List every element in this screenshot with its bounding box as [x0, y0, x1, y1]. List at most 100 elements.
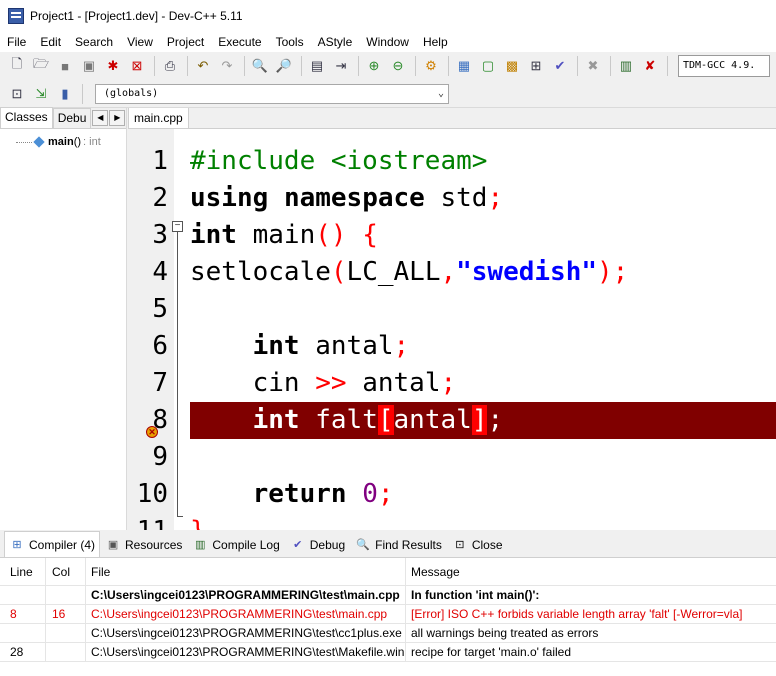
- tab-compile-log[interactable]: ▥ Compile Log: [187, 533, 284, 557]
- cell-col: [46, 643, 86, 661]
- chevron-down-icon: ⌄: [437, 87, 444, 99]
- cell-file: C:\Users\ingcei0123\PROGRAMMERING\test\m…: [86, 605, 406, 623]
- tab-find-results[interactable]: 🔍 Find Results: [350, 533, 447, 557]
- scope-select-value: (globals): [104, 87, 159, 99]
- tab-main-cpp[interactable]: main.cpp: [128, 108, 189, 128]
- toolbar-separator: [154, 56, 155, 76]
- toolbar-separator: [667, 56, 668, 76]
- goto-line-icon[interactable]: ⇥: [330, 55, 352, 77]
- code-area[interactable]: #include <iostream> using namespace std;…: [190, 129, 776, 530]
- tab-label: Compiler (4): [29, 537, 96, 552]
- toolbar-separator: [415, 56, 416, 76]
- tab-close[interactable]: ⊡ Close: [447, 533, 508, 557]
- insert-icon[interactable]: ⊡: [6, 83, 28, 105]
- bracket-match: ]: [471, 405, 488, 435]
- tab-resources[interactable]: ▣ Resources: [100, 533, 187, 557]
- cell-line: [0, 586, 46, 604]
- column-header-line[interactable]: Line: [0, 558, 46, 585]
- remove-from-project-icon[interactable]: ⊖: [387, 55, 409, 77]
- cell-message: [Error] ISO C++ forbids variable length …: [411, 607, 743, 621]
- symbol: >>: [315, 368, 347, 398]
- line-number: 4: [152, 257, 168, 287]
- tab-compiler[interactable]: ⊞ Compiler (4): [4, 531, 101, 557]
- check-icon: ✔: [293, 539, 303, 551]
- close-icon: ⊡: [455, 539, 465, 551]
- menu-tools[interactable]: Tools: [269, 32, 311, 52]
- cell-file: C:\Users\ingcei0123\PROGRAMMERING\test\m…: [86, 586, 406, 604]
- column-header-file[interactable]: File: [86, 558, 406, 585]
- tab-scroll-left-icon[interactable]: ◀: [92, 110, 109, 126]
- tab-scroll-right-icon[interactable]: ▶: [109, 110, 126, 126]
- replace-icon[interactable]: 🔎: [273, 55, 295, 77]
- column-header-message[interactable]: Message: [406, 558, 776, 585]
- identifier: antal: [393, 405, 472, 435]
- close-file-icon[interactable]: ✱: [102, 55, 124, 77]
- scope-select[interactable]: (globals) ⌄: [95, 83, 449, 104]
- menu-search[interactable]: Search: [68, 32, 120, 52]
- table-row[interactable]: 8 16 C:\Users\ingcei0123\PROGRAMMERING\t…: [0, 605, 776, 624]
- line-number: 6: [152, 331, 168, 361]
- redo-icon[interactable]: ↷: [216, 55, 238, 77]
- menu-file[interactable]: File: [0, 32, 33, 52]
- rebuild-all-icon[interactable]: ⊞: [525, 55, 547, 77]
- table-row[interactable]: C:\Users\ingcei0123\PROGRAMMERING\test\m…: [0, 586, 776, 605]
- stop-execution-icon[interactable]: ✖: [582, 55, 604, 77]
- delete-profile-icon[interactable]: ✘: [639, 55, 661, 77]
- project-options-icon[interactable]: ⚙: [420, 55, 442, 77]
- fold-collapse-icon[interactable]: −: [172, 221, 183, 232]
- window-title: Project1 - [Project1.dev] - Dev-C++ 5.11: [30, 9, 243, 23]
- menu-window[interactable]: Window: [359, 32, 416, 52]
- code-line-3: int main() {: [190, 217, 776, 254]
- menu-bar: File Edit Search View Project Execute To…: [0, 32, 776, 52]
- code-editor[interactable]: main.cpp 1 2 3 4 5 6 7 8 9 10 11 ✕ − #in…: [128, 108, 776, 530]
- run-icon[interactable]: ▢: [477, 55, 499, 77]
- tab-debug[interactable]: Debu: [52, 108, 92, 128]
- goto-bookmark-icon[interactable]: ▮: [54, 83, 76, 105]
- compiler-select[interactable]: TDM-GCC 4.9.: [678, 55, 770, 77]
- save-all-icon[interactable]: ▣: [78, 55, 100, 77]
- compile-icon[interactable]: ▦: [453, 55, 475, 77]
- identifier: main: [236, 220, 316, 250]
- menu-view[interactable]: View: [120, 32, 160, 52]
- compile-run-icon[interactable]: ▩: [501, 55, 523, 77]
- add-to-project-icon[interactable]: ⊕: [363, 55, 385, 77]
- devcpp-app-icon: [8, 8, 24, 24]
- menu-help[interactable]: Help: [416, 32, 455, 52]
- symbol: (): [315, 220, 347, 250]
- cell-col: [46, 586, 86, 604]
- symbol: (: [330, 257, 347, 287]
- menu-execute[interactable]: Execute: [211, 32, 268, 52]
- menu-astyle[interactable]: AStyle: [311, 32, 360, 52]
- tab-classes[interactable]: Classes: [0, 107, 53, 128]
- print-icon[interactable]: ⎙: [159, 55, 181, 77]
- find-icon[interactable]: 🔍: [249, 55, 271, 77]
- column-header-col[interactable]: Col: [46, 558, 86, 585]
- line-number: 2: [152, 183, 168, 213]
- cell-line: 8: [0, 605, 46, 623]
- symbol: ;: [487, 405, 504, 435]
- save-icon[interactable]: ■: [54, 55, 76, 77]
- syntax-check-icon[interactable]: ✔: [549, 55, 571, 77]
- toggle-bookmark-icon[interactable]: ⇲: [30, 83, 52, 105]
- identifier: antal: [346, 368, 441, 398]
- new-file-icon[interactable]: 🗋: [6, 55, 28, 77]
- menu-edit[interactable]: Edit: [33, 32, 68, 52]
- class-tree-item-main[interactable]: main () : int: [16, 136, 101, 148]
- table-row[interactable]: C:\Users\ingcei0123\PROGRAMMERING\test\c…: [0, 624, 776, 643]
- error-marker-icon[interactable]: ✕: [146, 426, 158, 438]
- tab-label: Find Results: [375, 538, 442, 552]
- profile-icon[interactable]: ▥: [615, 55, 637, 77]
- code-line-8-error-highlight: int falt[antal];: [190, 402, 776, 439]
- tree-item-name: main: [48, 136, 74, 148]
- table-row[interactable]: 28 C:\Users\ingcei0123\PROGRAMMERING\tes…: [0, 643, 776, 662]
- undo-icon[interactable]: ↶: [192, 55, 214, 77]
- toolbar-separator: [187, 56, 188, 76]
- toggle-view-icon[interactable]: ▤: [306, 55, 328, 77]
- chart-icon: ▥: [195, 539, 206, 551]
- tab-debug[interactable]: ✔ Debug: [285, 533, 350, 557]
- open-file-icon[interactable]: 🗁: [30, 55, 52, 77]
- close-all-icon[interactable]: ⊠: [126, 55, 148, 77]
- menu-project[interactable]: Project: [160, 32, 211, 52]
- symbol: ): [597, 257, 613, 287]
